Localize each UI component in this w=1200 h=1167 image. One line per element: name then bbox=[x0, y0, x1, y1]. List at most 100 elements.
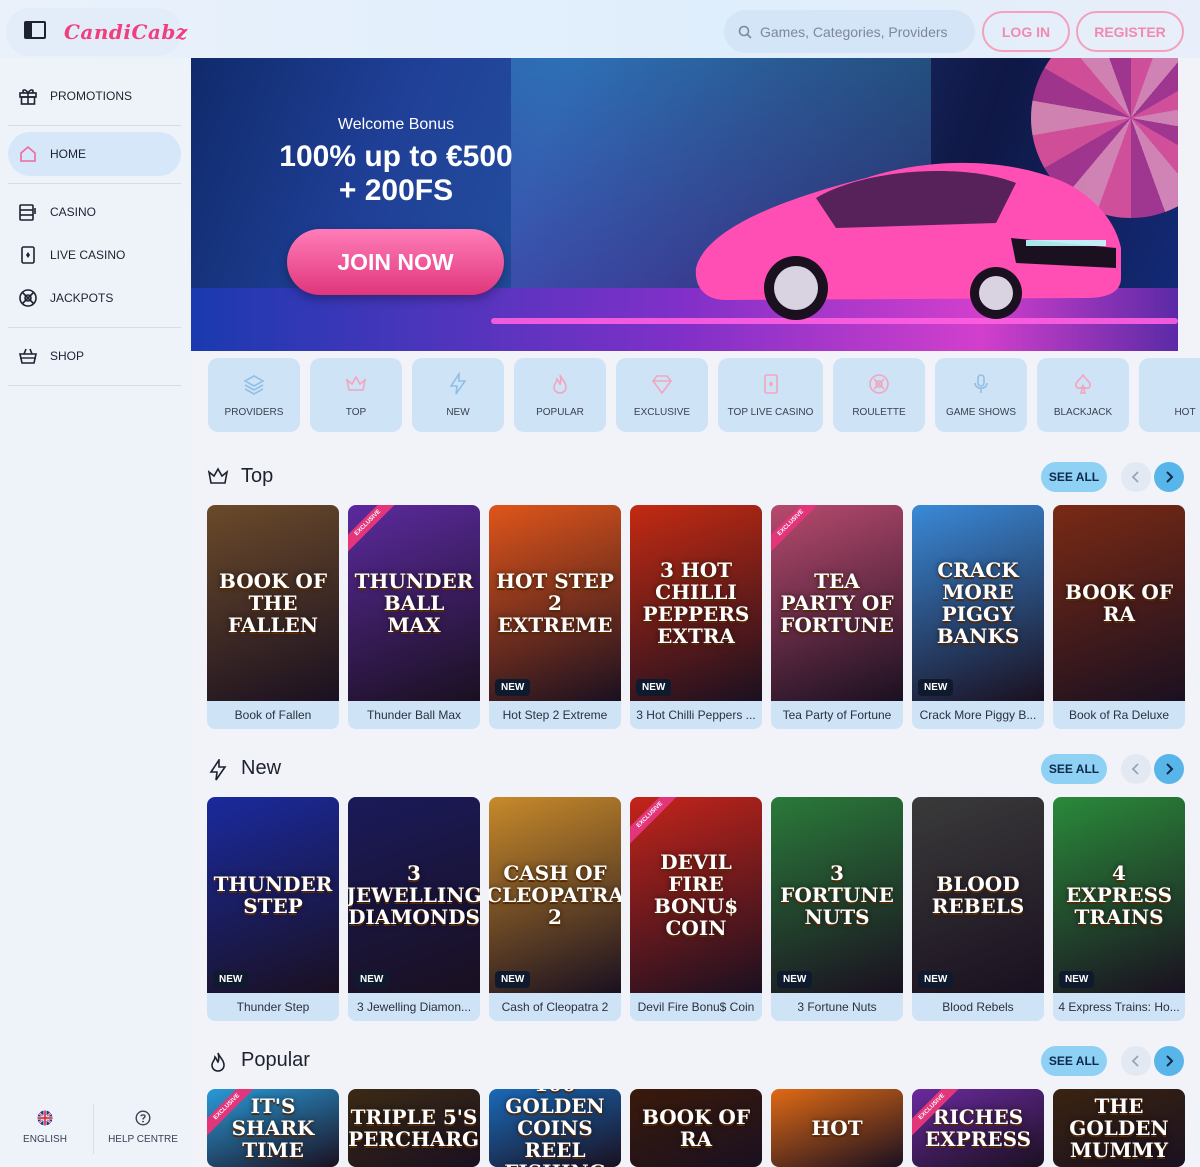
sidebar-divider bbox=[8, 125, 181, 126]
game-name: Thunder Step bbox=[236, 1000, 310, 1014]
uk-flag-icon bbox=[37, 1110, 53, 1126]
category-label: EXCLUSIVE bbox=[633, 407, 691, 418]
game-card[interactable]: HOT STEP 2 EXTREME NEW Hot Step 2 Extreme bbox=[489, 505, 621, 729]
category-blackjack[interactable]: BLACKJACK bbox=[1037, 358, 1129, 432]
game-thumbnail: 4 EXPRESS TRAINS bbox=[1053, 797, 1185, 993]
game-card[interactable]: TRIPLE 5'S SUPERCHARGED bbox=[348, 1089, 480, 1167]
category-label: HOT bbox=[1174, 407, 1196, 418]
sidebar-item-label: PROMOTIONS bbox=[50, 89, 133, 103]
game-card[interactable]: BLOOD REBELS NEW Blood Rebels bbox=[912, 797, 1044, 1021]
sidebar-item-label: JACKPOTS bbox=[50, 291, 114, 305]
roulette-icon bbox=[869, 374, 889, 394]
game-card[interactable]: 3 FORTUNE NUTS NEW 3 Fortune Nuts bbox=[771, 797, 903, 1021]
join-now-button[interactable]: JOIN NOW bbox=[287, 229, 504, 295]
game-thumbnail: BLOOD REBELS bbox=[912, 797, 1044, 993]
game-thumbnail: 3 JEWELLING DIAMONDS bbox=[348, 797, 480, 993]
game-thumbnail: BOOK OF RA bbox=[1053, 505, 1185, 701]
game-art-title: BOOK OF RA bbox=[641, 1105, 751, 1151]
game-card[interactable]: 3 HOT CHILLI PEPPERS EXTRA NEW 3 Hot Chill… bbox=[630, 505, 762, 729]
search-bar[interactable] bbox=[724, 10, 975, 53]
language-selector[interactable]: ENGLISH bbox=[8, 1106, 82, 1156]
game-card[interactable]: BOOK OF RA Book of Ra Deluxe bbox=[1053, 505, 1185, 729]
category-new[interactable]: NEW bbox=[412, 358, 504, 432]
category-label: NEW bbox=[446, 407, 470, 418]
sidebar-item-shop[interactable]: SHOP bbox=[8, 334, 181, 378]
next-arrow-button[interactable] bbox=[1154, 754, 1184, 784]
sidebar-item-promotions[interactable]: PROMOTIONS bbox=[8, 74, 181, 118]
prev-arrow-button[interactable] bbox=[1121, 754, 1151, 784]
prev-arrow-button[interactable] bbox=[1121, 462, 1151, 492]
help-centre-link[interactable]: HELP CENTRE bbox=[100, 1106, 186, 1156]
section-title: Top bbox=[241, 465, 274, 487]
sidebar-toggle-icon[interactable] bbox=[24, 21, 46, 39]
game-card[interactable]: IT'S SHARK TIME EXCLUSIVE bbox=[207, 1089, 339, 1167]
game-card[interactable]: 100 GOLDEN COINS REEL FISHING bbox=[489, 1089, 621, 1167]
game-card[interactable]: THUNDER BALL MAX EXCLUSIVE Thunder Ball Ma… bbox=[348, 505, 480, 729]
prev-arrow-button[interactable] bbox=[1121, 1046, 1151, 1076]
chevron-left-icon bbox=[1131, 1055, 1139, 1067]
game-card[interactable]: BOOK OF THE FALLEN Book of Fallen bbox=[207, 505, 339, 729]
game-thumbnail: HOT STEP 2 EXTREME bbox=[489, 505, 621, 701]
banner-offer: 100% up to €500 + 200FS bbox=[191, 140, 601, 208]
game-card[interactable]: 4 EXPRESS TRAINS NEW 4 Express Trains: Ho.… bbox=[1053, 797, 1185, 1021]
new-badge: NEW bbox=[495, 679, 531, 696]
chevron-left-icon bbox=[1131, 471, 1139, 483]
chevron-right-icon bbox=[1166, 1055, 1174, 1067]
brand-logo[interactable]: CandiCabz bbox=[64, 20, 188, 44]
section-header-popular: Popular SEE ALL bbox=[207, 1045, 1185, 1079]
game-card[interactable]: TEA PARTY OF FORTUNE EXCLUSIVE Tea Party o… bbox=[771, 505, 903, 729]
flame-icon bbox=[553, 374, 567, 394]
game-art-title: THUNDER STEP bbox=[213, 872, 333, 918]
game-thumbnail: THUNDER STEP bbox=[207, 797, 339, 993]
game-card[interactable]: THE GOLDEN MUMMY bbox=[1053, 1089, 1185, 1167]
game-card[interactable]: CASH OF CLEOPATRA 2 NEW Cash of Cleopatra … bbox=[489, 797, 621, 1021]
new-badge: NEW bbox=[636, 679, 672, 696]
game-name: Blood Rebels bbox=[942, 1000, 1014, 1014]
welcome-banner[interactable]: Welcome Bonus 100% up to €500 + 200FS JO… bbox=[191, 58, 1178, 351]
game-art-title: THUNDER BALL MAX bbox=[354, 569, 474, 637]
sidebar-item-home[interactable]: HOME bbox=[8, 132, 181, 176]
category-label: ROULETTE bbox=[852, 407, 906, 418]
new-badge: NEW bbox=[354, 971, 390, 988]
chevron-right-icon bbox=[1166, 763, 1174, 775]
game-name: Thunder Ball Max bbox=[366, 708, 462, 722]
sidebar-item-jackpots[interactable]: JACKPOTS bbox=[8, 276, 181, 320]
game-name: Hot Step 2 Extreme bbox=[502, 708, 608, 722]
game-name: Devil Fire Bonu$ Coin bbox=[637, 1000, 755, 1014]
see-all-button[interactable]: SEE ALL bbox=[1041, 754, 1107, 784]
help-centre-label: HELP CENTRE bbox=[108, 1134, 178, 1145]
game-thumbnail: 3 FORTUNE NUTS bbox=[771, 797, 903, 993]
search-input[interactable] bbox=[760, 23, 960, 40]
home-icon bbox=[20, 145, 36, 162]
sidebar-item-live-casino[interactable]: LIVE CASINO bbox=[8, 233, 181, 277]
sidebar-item-casino[interactable]: CASINO bbox=[8, 190, 181, 234]
category-roulette[interactable]: ROULETTE bbox=[833, 358, 925, 432]
game-name: Book of Fallen bbox=[234, 708, 312, 722]
new-badge: NEW bbox=[918, 679, 954, 696]
see-all-button[interactable]: SEE ALL bbox=[1041, 462, 1107, 492]
category-hot[interactable]: HOT bbox=[1139, 358, 1200, 432]
game-thumbnail: THE GOLDEN MUMMY bbox=[1053, 1089, 1185, 1167]
game-art-title: CRACK MORE PIGGY BANKS bbox=[936, 558, 1020, 648]
game-card[interactable]: CRACK MORE PIGGY BANKS NEW Crack More Pigg… bbox=[912, 505, 1044, 729]
category-top[interactable]: TOP bbox=[310, 358, 402, 432]
register-button[interactable]: REGISTER bbox=[1076, 11, 1184, 52]
sidebar-item-label: SHOP bbox=[50, 349, 85, 363]
game-card[interactable]: HOT bbox=[771, 1089, 903, 1167]
next-arrow-button[interactable] bbox=[1154, 462, 1184, 492]
game-card[interactable]: THUNDER STEP NEW Thunder Step bbox=[207, 797, 339, 1021]
category-providers[interactable]: PROVIDERS bbox=[208, 358, 300, 432]
game-card[interactable]: DEVIL FIRE BONU$ COIN EXCLUSIVE Devil Fire… bbox=[630, 797, 762, 1021]
game-card[interactable]: 3 JEWELLING DIAMONDS NEW 3 Jewelling Diamo… bbox=[348, 797, 480, 1021]
category-top-live-casino[interactable]: TOP LIVE CASINO bbox=[718, 358, 823, 432]
game-art-title: BOOK OF RA bbox=[1064, 580, 1174, 626]
login-button[interactable]: LOG IN bbox=[982, 11, 1070, 52]
category-game-shows[interactable]: GAME SHOWS bbox=[935, 358, 1027, 432]
next-arrow-button[interactable] bbox=[1154, 1046, 1184, 1076]
category-popular[interactable]: POPULAR bbox=[514, 358, 606, 432]
banner-offer-line1: 100% up to €500 bbox=[279, 140, 513, 173]
category-exclusive[interactable]: EXCLUSIVE bbox=[616, 358, 708, 432]
game-card[interactable]: RICHES EXPRESS EXCLUSIVE bbox=[912, 1089, 1044, 1167]
game-card[interactable]: BOOK OF RA bbox=[630, 1089, 762, 1167]
see-all-button[interactable]: SEE ALL bbox=[1041, 1046, 1107, 1076]
